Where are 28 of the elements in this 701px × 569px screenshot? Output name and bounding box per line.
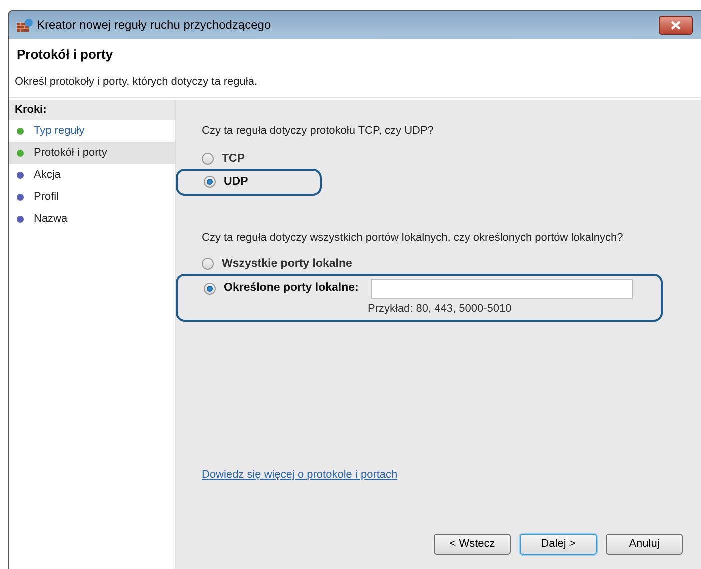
protocol-question: Czy ta reguła dotyczy protokołu TCP, czy UDP? [202, 124, 435, 139]
dialog-button[interactable]: Dalej > [520, 534, 597, 555]
close-button[interactable] [659, 16, 693, 34]
radio-label: UDP [224, 174, 248, 190]
close-icon [671, 20, 681, 30]
help-link[interactable]: Dowiedz się więcej o protokole i portach [202, 467, 681, 484]
radio-label: Wszystkie porty lokalne [222, 256, 352, 272]
step-item[interactable]: Profil [9, 186, 175, 208]
page-subtitle: Określ protokoły i porty, których dotyczy ta reguła. [15, 74, 258, 90]
ports-input-field[interactable] [370, 278, 633, 299]
radio-label: TCP [222, 152, 245, 166]
ports-example: Przykład: 80, 443, 5000-5010 [368, 302, 513, 317]
radio-button[interactable] [202, 258, 214, 270]
step-item[interactable]: Typ reguły [9, 120, 175, 142]
step-item[interactable]: Nazwa [9, 208, 175, 230]
step-item[interactable]: Protokół i porty [9, 142, 175, 164]
window-title: Kreator nowej reguły ruchu przychodzącego [37, 17, 272, 34]
dialog-button[interactable]: Anuluj [606, 534, 683, 555]
radio-button[interactable] [204, 282, 216, 295]
ports-question: Czy ta reguła dotyczy wszystkich portów lokalnych, czy określonych portów lokalnych? [202, 231, 624, 246]
radio-label: Określone porty lokalne: [224, 281, 359, 296]
page-title: Protokół i porty [16, 46, 114, 64]
firewall-icon [17, 18, 33, 32]
radio-button[interactable] [204, 176, 216, 188]
dialog-button[interactable]: < Wstecz [434, 534, 511, 555]
radio-button[interactable] [202, 153, 214, 166]
step-item[interactable]: Akcja [9, 164, 175, 186]
steps-title: Kroki: [9, 100, 175, 120]
